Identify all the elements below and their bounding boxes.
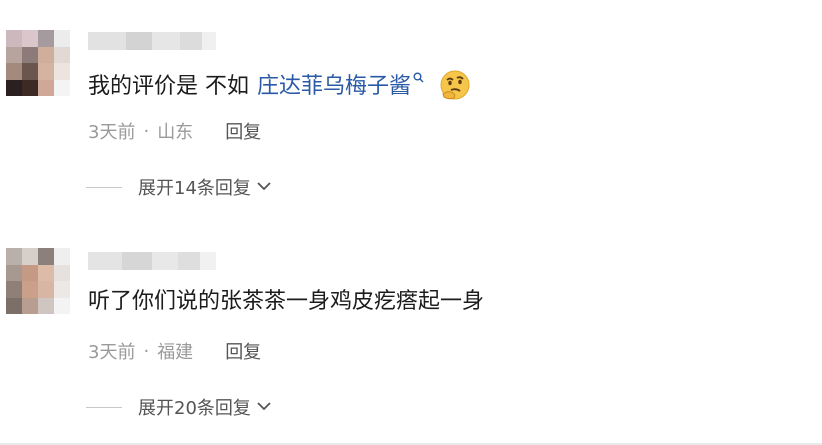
reply-button[interactable]: 回复 bbox=[225, 118, 261, 144]
divider-line bbox=[86, 186, 122, 188]
meta-separator: · bbox=[143, 340, 150, 362]
chevron-down-icon bbox=[257, 399, 271, 415]
comment-text: 听了你们说的张茶茶一身鸡皮疙瘩起一身 bbox=[88, 287, 484, 317]
avatar-mosaic-cell bbox=[54, 264, 70, 281]
comment-text-body: 我的评价是 不如 bbox=[88, 74, 249, 99]
avatar-mosaic-cell bbox=[38, 264, 54, 281]
comment-time: 3天前 bbox=[88, 122, 136, 143]
avatar-mosaic-cell bbox=[54, 297, 70, 314]
avatar-mosaic-cell bbox=[6, 46, 22, 63]
avatar-mosaic-cell bbox=[38, 281, 54, 298]
meta-separator: · bbox=[143, 120, 150, 142]
expand-replies-button[interactable]: 展开20条回复 bbox=[86, 394, 271, 420]
avatar-mosaic-cell bbox=[22, 264, 38, 281]
magnifier-icon[interactable] bbox=[413, 64, 424, 94]
avatar-mosaic-cell bbox=[6, 264, 22, 281]
avatar-mosaic-cell bbox=[54, 30, 70, 47]
avatar-mosaic-cell bbox=[38, 297, 54, 314]
avatar-mosaic-cell bbox=[6, 297, 22, 314]
username-blurred[interactable] bbox=[88, 252, 216, 270]
comment-meta: 3天前 · 山东 回复 bbox=[88, 118, 261, 144]
comment-location: 山东 bbox=[157, 122, 194, 143]
avatar-mosaic-cell bbox=[38, 79, 54, 96]
expand-replies-label: 展开20条回复 bbox=[138, 398, 251, 419]
avatar-mosaic-cell bbox=[22, 30, 38, 47]
reply-button[interactable]: 回复 bbox=[225, 338, 261, 364]
expand-replies-label: 展开14条回复 bbox=[138, 178, 251, 199]
avatar-mosaic-cell bbox=[6, 248, 22, 265]
search-link[interactable]: 庄达菲乌梅子酱 bbox=[257, 72, 411, 102]
avatar-mosaic-cell bbox=[6, 79, 22, 96]
avatar-mosaic-cell bbox=[54, 46, 70, 63]
avatar-mosaic-cell bbox=[22, 281, 38, 298]
avatar-mosaic-cell bbox=[38, 46, 54, 63]
avatar-mosaic-cell bbox=[22, 297, 38, 314]
chevron-down-icon bbox=[257, 179, 271, 195]
thinking-face-icon bbox=[438, 68, 472, 102]
divider-line bbox=[86, 406, 122, 408]
comment-location: 福建 bbox=[157, 342, 194, 363]
comment-text: 我的评价是 不如 庄达菲乌梅子酱 bbox=[88, 70, 472, 104]
comment-text-body: 听了你们说的张茶茶一身鸡皮疙瘩起一身 bbox=[88, 289, 485, 314]
avatar-mosaic-cell bbox=[22, 46, 38, 63]
comment-meta: 3天前 · 福建 回复 bbox=[88, 338, 261, 364]
avatar-mosaic-cell bbox=[54, 63, 70, 80]
avatar[interactable] bbox=[6, 248, 70, 314]
avatar-mosaic-cell bbox=[38, 248, 54, 265]
avatar-mosaic-cell bbox=[54, 79, 70, 96]
comment-time: 3天前 bbox=[88, 342, 136, 363]
avatar-mosaic-cell bbox=[22, 248, 38, 265]
avatar-mosaic-cell bbox=[22, 79, 38, 96]
avatar-mosaic-cell bbox=[6, 30, 22, 47]
avatar[interactable] bbox=[6, 30, 70, 96]
avatar-mosaic-cell bbox=[38, 30, 54, 47]
avatar-mosaic-cell bbox=[54, 281, 70, 298]
avatar-mosaic-cell bbox=[22, 63, 38, 80]
avatar-mosaic-cell bbox=[38, 63, 54, 80]
avatar-mosaic-cell bbox=[54, 248, 70, 265]
avatar-mosaic-cell bbox=[6, 63, 22, 80]
expand-replies-button[interactable]: 展开14条回复 bbox=[86, 174, 271, 200]
avatar-mosaic-cell bbox=[6, 281, 22, 298]
username-blurred[interactable] bbox=[88, 32, 216, 50]
